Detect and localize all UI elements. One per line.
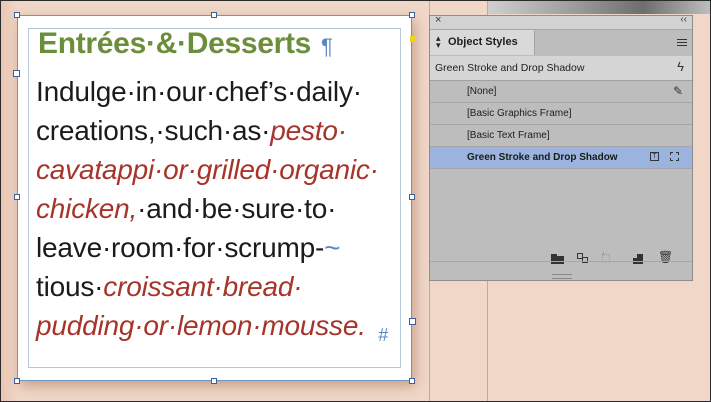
body-text[interactable]: leave·room·for·scrump‑ — [36, 232, 324, 263]
body-italic-text[interactable]: pesto· — [270, 115, 347, 146]
current-style-row: Green Stroke and Drop Shadow ϟ — [430, 56, 692, 81]
resize-handle-top-left[interactable] — [14, 12, 20, 18]
style-item-label: [Basic Text Frame] — [467, 130, 550, 141]
default-text-frame-icon: T — [650, 152, 659, 161]
body-text[interactable]: ·and·be·sure·to· — [137, 193, 336, 224]
body-text[interactable]: Indulge·in·our·chef’s·daily· — [36, 76, 362, 107]
resize-handle-top-right[interactable] — [409, 12, 415, 18]
tab-label: Object Styles — [448, 36, 518, 48]
resize-handle-left[interactable] — [14, 194, 20, 200]
panel-resize-grip[interactable] — [552, 274, 572, 279]
style-list: [None] ✎ [Basic Graphics Frame] [Basic T… — [430, 81, 692, 191]
resize-handle-bottom-right[interactable] — [409, 378, 415, 384]
tab-expand-icon[interactable]: ▴ ▾ — [436, 34, 441, 50]
new-style-icon[interactable] — [632, 253, 646, 265]
current-style-label: Green Stroke and Drop Shadow — [435, 62, 585, 74]
x-pencil-icon: ✎ — [672, 84, 683, 98]
body-line[interactable]: cavatappi·or·grilled·organic· — [36, 156, 379, 184]
end-of-story-mark: # — [378, 325, 389, 345]
body-italic-text[interactable]: croissant·bread· — [103, 271, 302, 302]
divider — [430, 261, 692, 262]
body-italic-text[interactable]: cavatappi·or·grilled·organic· — [36, 154, 379, 185]
collapse-icon[interactable]: ‹‹ — [680, 14, 687, 25]
text-out-port[interactable] — [409, 318, 416, 325]
panel-menu-icon[interactable] — [677, 39, 687, 46]
body-line[interactable]: creations,·such·as·pesto· — [36, 117, 347, 145]
panel-footer: ⬚ٰ 🗑 — [430, 246, 692, 280]
body-line[interactable]: chicken,·and·be·sure·to· — [36, 195, 336, 223]
body-line[interactable]: leave·room·for·scrump‑~ — [36, 234, 340, 262]
break-link-icon[interactable]: ⬚ٰ — [601, 253, 615, 265]
resize-handle-bottom[interactable] — [211, 378, 217, 384]
style-item-label: [Basic Graphics Frame] — [467, 108, 572, 119]
panel-title-bar[interactable]: × ‹‹ — [430, 14, 692, 30]
text-frame[interactable]: Entrées·&·Desserts ¶ Indulge·in·our·chef… — [13, 12, 416, 384]
pilcrow-mark: ¶ — [321, 34, 333, 59]
style-item-green-stroke-drop-shadow[interactable]: Green Stroke and Drop Shadow T — [430, 147, 692, 169]
style-item-basic-text-frame[interactable]: [Basic Text Frame] — [430, 125, 692, 147]
body-line[interactable]: tious·croissant·bread· — [36, 271, 303, 302]
tab-object-styles[interactable]: ▴ ▾ Object Styles — [430, 30, 535, 55]
image-frame-edge[interactable] — [488, 0, 710, 14]
resize-handle-top[interactable] — [211, 12, 217, 18]
clear-overrides-icon[interactable] — [577, 253, 591, 265]
headline[interactable]: Entrées·&·Desserts — [38, 27, 311, 61]
body-text[interactable]: creations,·such·as· — [36, 115, 270, 146]
style-item-basic-graphics-frame[interactable]: [Basic Graphics Frame] — [430, 103, 692, 125]
resize-handle-right[interactable] — [409, 194, 415, 200]
body-line[interactable]: Indulge·in·our·chef’s·daily· — [36, 78, 362, 106]
body-line[interactable]: pudding·or·lemon·mousse. — [36, 312, 366, 340]
body-italic-text[interactable]: chicken, — [36, 193, 137, 224]
lightning-icon[interactable]: ϟ — [677, 59, 684, 74]
default-graphics-frame-icon — [670, 152, 679, 161]
live-corners-widget[interactable] — [410, 36, 416, 42]
object-styles-panel: × ‹‹ ▴ ▾ Object Styles Green Stroke and D… — [429, 14, 693, 281]
resize-handle-bottom-left[interactable] — [14, 378, 20, 384]
text-in-port[interactable] — [13, 70, 20, 77]
page-bleed-area — [0, 0, 18, 402]
body-text[interactable]: tious· — [36, 271, 103, 302]
headline-text[interactable]: Entrées·&·Desserts — [38, 27, 311, 60]
style-item-label: Green Stroke and Drop Shadow — [467, 152, 618, 163]
folder-icon[interactable] — [551, 253, 565, 265]
panel-tab-row: ▴ ▾ Object Styles — [430, 30, 692, 55]
body-italic-text[interactable]: pudding·or·lemon·mousse. — [36, 310, 366, 341]
style-item-none[interactable]: [None] ✎ — [430, 81, 692, 103]
discretionary-hyphen-mark: ~ — [324, 232, 341, 263]
close-icon[interactable]: × — [435, 14, 441, 26]
style-item-label: [None] — [467, 86, 497, 97]
